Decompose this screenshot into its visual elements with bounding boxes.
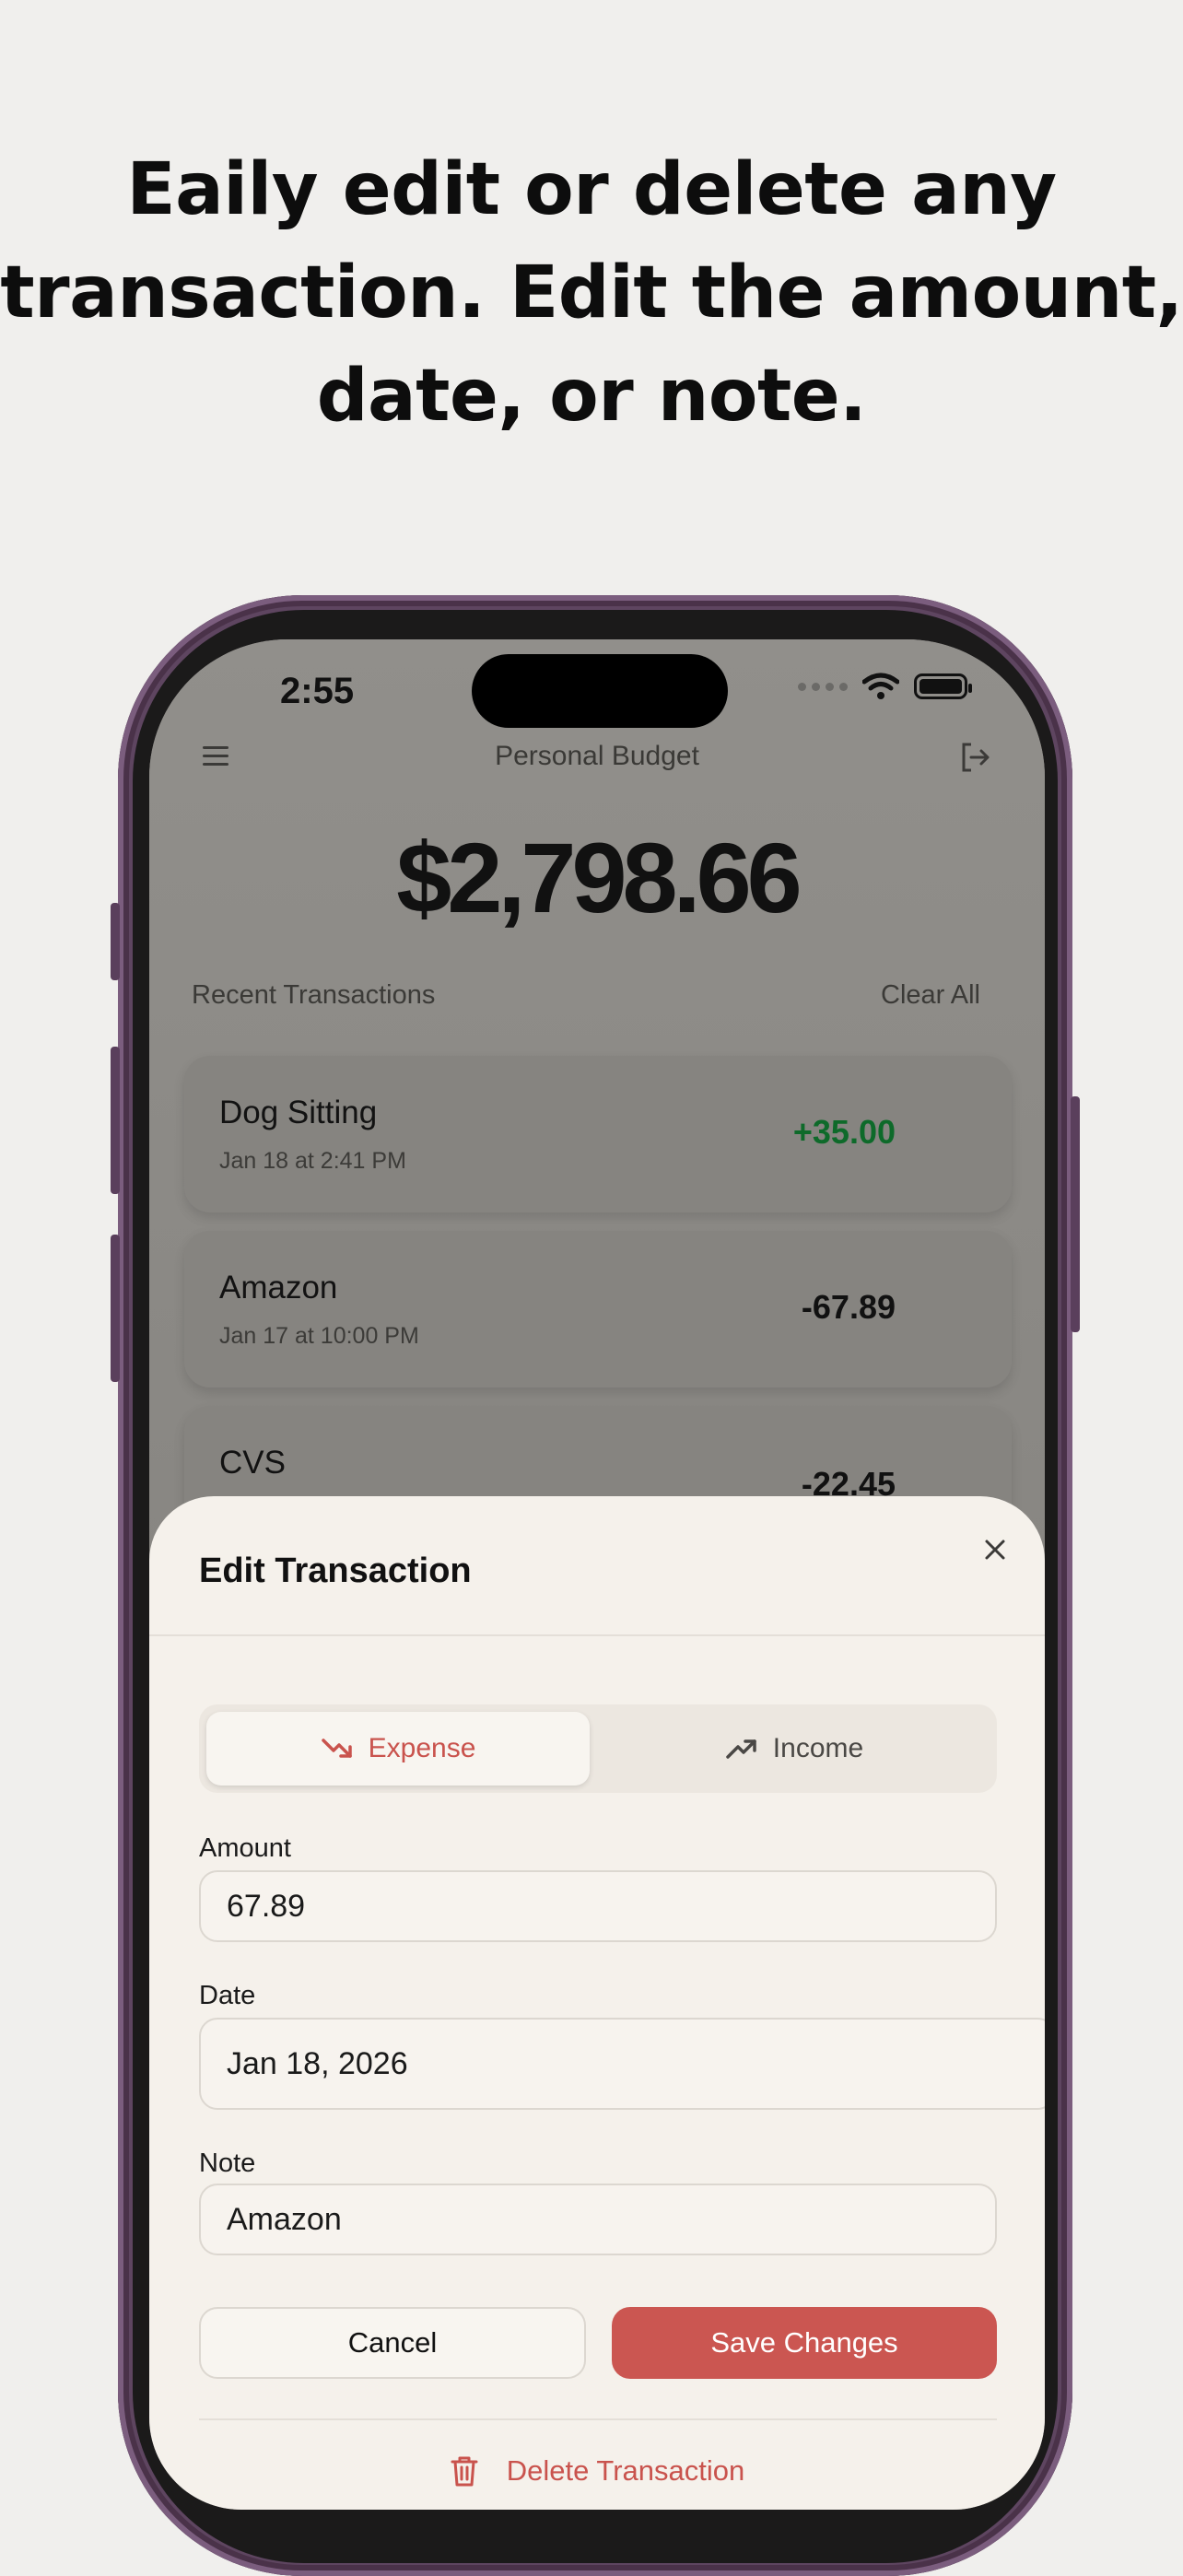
actions-divider — [199, 2418, 997, 2420]
transaction-card[interactable]: Amazon Jan 17 at 10:00 PM -67.89 — [184, 1231, 1012, 1388]
note-field[interactable]: Amazon — [199, 2184, 997, 2255]
sheet-title: Edit Transaction — [199, 1551, 472, 1590]
transaction-name: Amazon — [219, 1270, 338, 1306]
logout-icon[interactable] — [958, 741, 991, 774]
recent-transactions-heading: Recent Transactions — [192, 980, 436, 1010]
cancel-button[interactable]: Cancel — [199, 2307, 586, 2379]
transaction-name: Dog Sitting — [219, 1095, 378, 1130]
save-changes-button[interactable]: Save Changes — [612, 2307, 997, 2379]
status-icons — [798, 673, 972, 700]
transaction-date: Jan 18 at 2:41 PM — [219, 1148, 406, 1174]
transaction-card[interactable]: Dog Sitting Jan 18 at 2:41 PM +35.00 — [184, 1056, 1012, 1212]
phone-volume-up-button — [111, 1047, 120, 1194]
transaction-name: CVS — [219, 1445, 286, 1481]
phone-action-button — [111, 903, 120, 980]
transaction-type-toggle: Expense Income — [199, 1704, 997, 1793]
transaction-amount: -67.89 — [801, 1288, 896, 1326]
headline-line-1: Eaily edit or delete any — [126, 148, 1057, 231]
headline-line-2: transaction. Edit the amount, — [0, 252, 1183, 334]
status-time: 2:55 — [280, 671, 355, 711]
transaction-amount: +35.00 — [792, 1113, 896, 1151]
amount-label: Amount — [199, 1833, 291, 1863]
trending-down-icon — [321, 1739, 352, 1758]
date-picker-field[interactable]: Jan 18, 2026 — [199, 2018, 1045, 2110]
signal-dots-icon — [798, 682, 848, 691]
headline-line-3: date, or note. — [316, 355, 867, 438]
expense-toggle-button[interactable]: Expense — [206, 1712, 590, 1786]
note-label: Note — [199, 2149, 256, 2178]
recent-transactions-header: Recent Transactions Clear All — [192, 980, 980, 1011]
battery-icon — [914, 673, 972, 699]
expense-label: Expense — [368, 1733, 476, 1763]
clear-all-button[interactable]: Clear All — [881, 980, 980, 1011]
dynamic-island — [472, 654, 728, 728]
trash-icon — [451, 2456, 478, 2487]
income-toggle-button[interactable]: Income — [599, 1712, 990, 1786]
top-nav: Personal Budget — [149, 732, 1045, 787]
nav-title: Personal Budget — [495, 741, 699, 771]
close-icon[interactable] — [980, 1535, 1010, 1564]
delete-transaction-label: Delete Transaction — [506, 2454, 745, 2487]
edit-transaction-sheet: Edit Transaction Expense Income Amount 6… — [149, 1496, 1045, 2510]
delete-transaction-button[interactable]: Delete Transaction — [149, 2454, 1045, 2488]
phone-power-button — [1071, 1096, 1080, 1332]
phone-screen: 2:55 Personal Budget $2,798.66 Recent Tr… — [149, 639, 1045, 2510]
phone-volume-down-button — [111, 1235, 120, 1382]
trending-up-icon — [726, 1739, 756, 1759]
date-label: Date — [199, 1981, 256, 2010]
income-label: Income — [772, 1733, 864, 1763]
amount-field[interactable]: 67.89 — [199, 1870, 997, 1942]
sheet-header-divider — [149, 1634, 1045, 1636]
balance-total: $2,798.66 — [396, 822, 802, 933]
transaction-date: Jan 17 at 10:00 PM — [219, 1323, 419, 1349]
marketing-headline: Eaily edit or delete any transaction. Ed… — [0, 138, 1183, 448]
wifi-icon — [862, 673, 899, 699]
